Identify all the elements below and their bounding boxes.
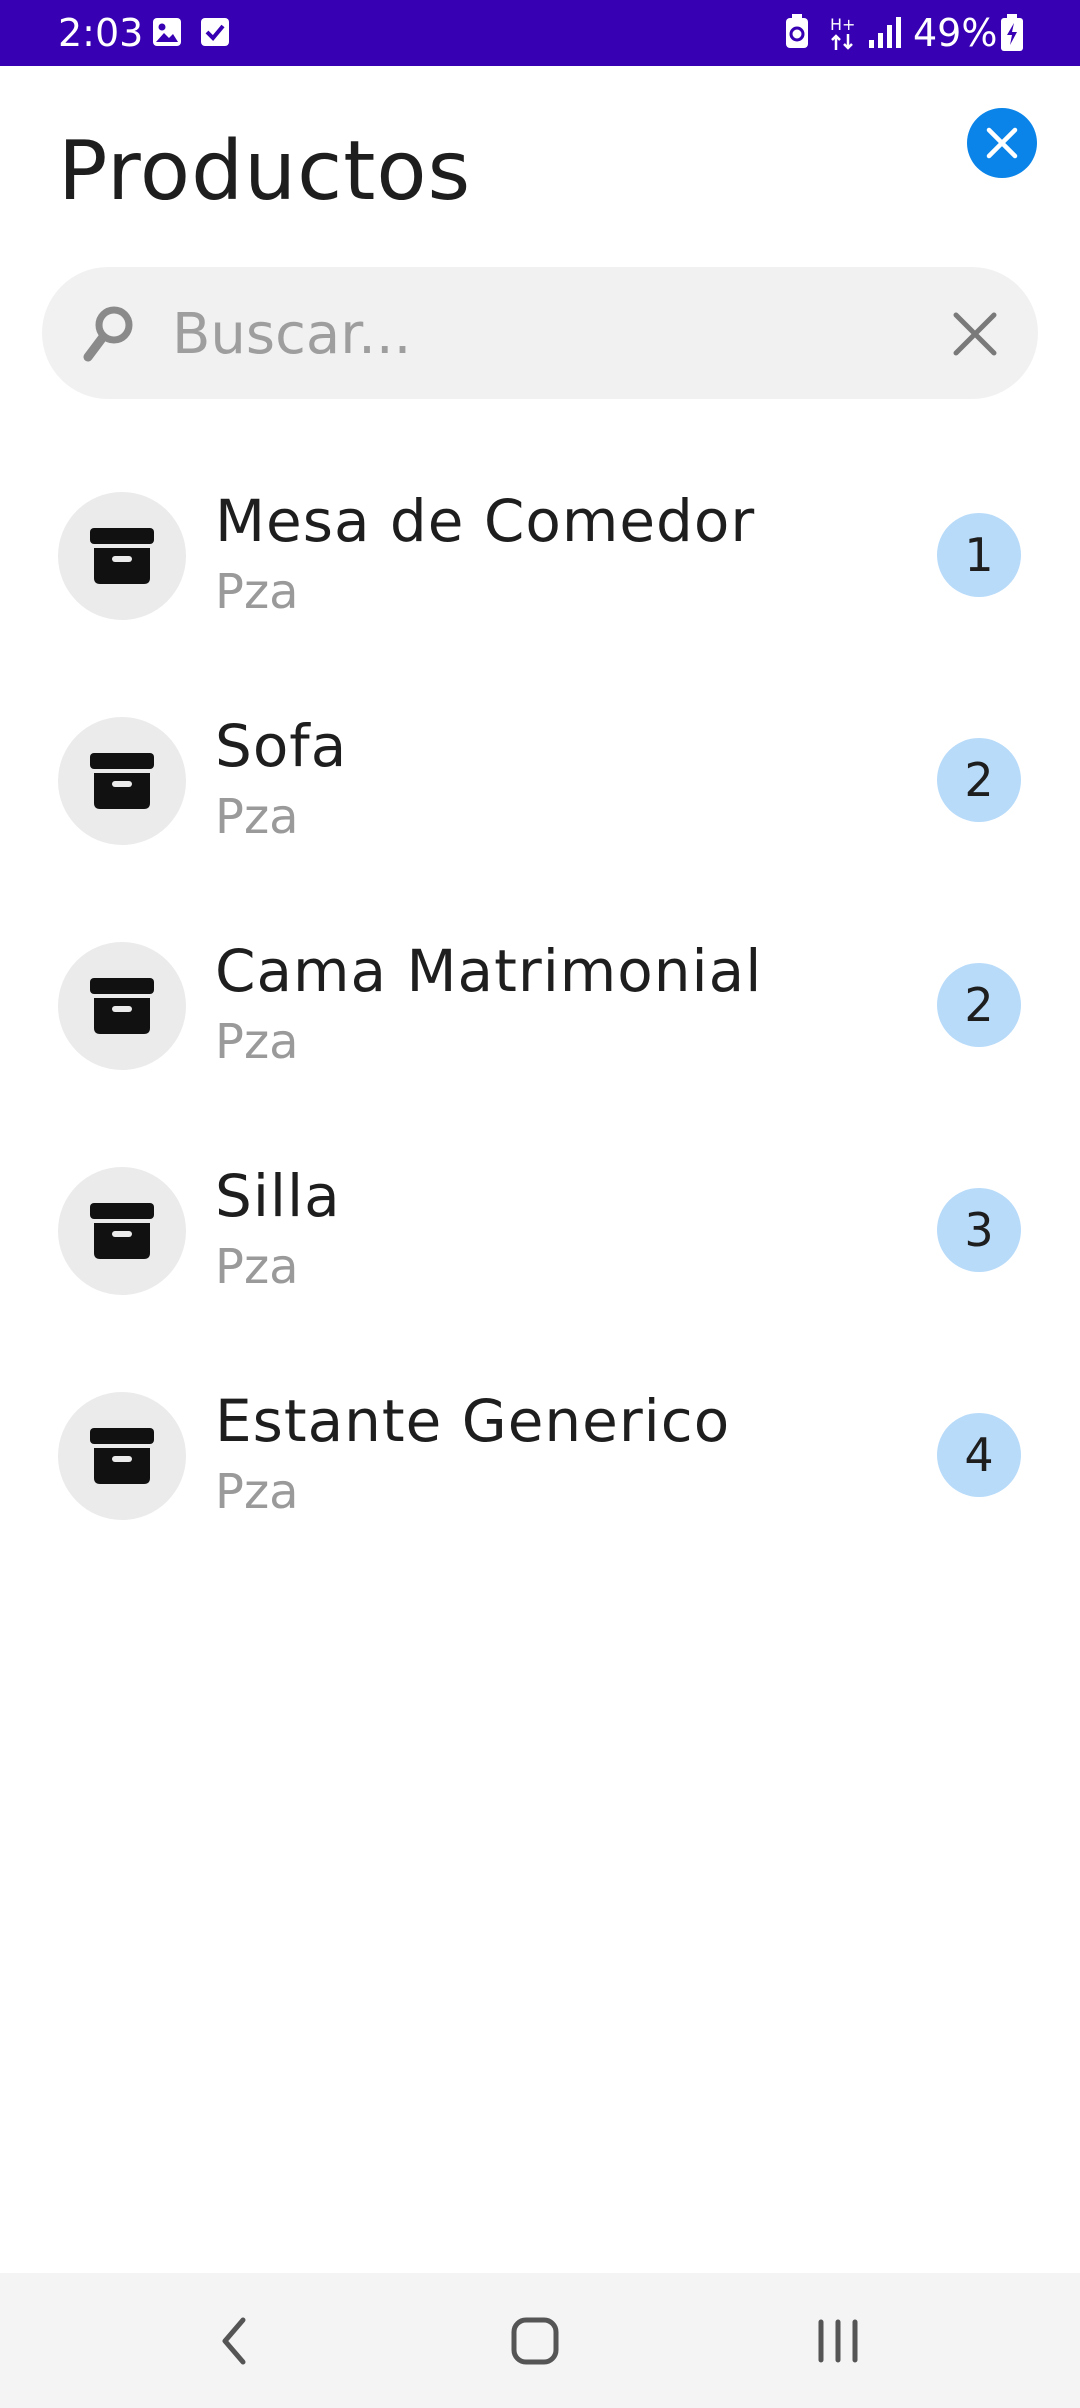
avatar [58, 1392, 186, 1520]
battery-charging-icon [1000, 14, 1024, 56]
signal-icon [868, 16, 902, 52]
data-arrows-icon: H+ [828, 14, 858, 56]
recycle-icon [784, 14, 810, 54]
product-name: Cama Matrimonial [215, 937, 763, 1005]
close-button[interactable] [967, 108, 1037, 178]
avatar [58, 942, 186, 1070]
page-title: Productos [58, 124, 472, 219]
system-nav-bar [0, 2273, 1080, 2408]
back-button[interactable] [154, 2273, 314, 2408]
product-item[interactable]: Cama Matrimonial Pza 2 [0, 900, 1080, 1125]
count-badge: 3 [937, 1188, 1021, 1272]
battery-percent: 49% [913, 11, 998, 55]
product-unit: Pza [215, 789, 299, 845]
home-icon [511, 2317, 559, 2364]
checkbox-icon [200, 17, 230, 51]
close-icon [986, 127, 1018, 159]
avatar [58, 492, 186, 620]
product-list: Mesa de Comedor Pza 1 Sofa Pza 2 Cama Ma… [0, 450, 1080, 1575]
product-unit: Pza [215, 564, 299, 620]
avatar [58, 717, 186, 845]
product-unit: Pza [215, 1239, 299, 1295]
count-badge: 2 [937, 963, 1021, 1047]
archive-box-icon [90, 1428, 154, 1484]
archive-box-icon [90, 1203, 154, 1259]
product-item[interactable]: Estante Generico Pza 4 [0, 1350, 1080, 1575]
recents-button[interactable] [758, 2273, 918, 2408]
svg-text:H+: H+ [830, 15, 855, 34]
gallery-icon [152, 17, 182, 51]
product-unit: Pza [215, 1464, 299, 1520]
product-name: Estante Generico [215, 1387, 731, 1455]
product-unit: Pza [215, 1014, 299, 1070]
count-badge: 2 [937, 738, 1021, 822]
home-button[interactable] [455, 2273, 615, 2408]
search-icon [82, 305, 136, 367]
product-item[interactable]: Silla Pza 3 [0, 1125, 1080, 1350]
search-input[interactable] [170, 297, 934, 371]
product-item[interactable]: Mesa de Comedor Pza 1 [0, 450, 1080, 675]
archive-box-icon [90, 978, 154, 1034]
product-name: Silla [215, 1162, 341, 1230]
product-item[interactable]: Sofa Pza 2 [0, 675, 1080, 900]
back-icon [222, 2317, 246, 2364]
status-time: 2:03 [58, 11, 144, 55]
archive-box-icon [90, 753, 154, 809]
count-badge: 4 [937, 1413, 1021, 1497]
archive-box-icon [90, 528, 154, 584]
count-badge: 1 [937, 513, 1021, 597]
product-name: Mesa de Comedor [215, 487, 756, 555]
search-bar [42, 267, 1038, 399]
recents-icon [818, 2319, 858, 2362]
avatar [58, 1167, 186, 1295]
clear-search-icon[interactable] [952, 311, 998, 361]
status-bar: 2:03 H+ 49% [0, 0, 1080, 66]
product-name: Sofa [215, 712, 348, 780]
